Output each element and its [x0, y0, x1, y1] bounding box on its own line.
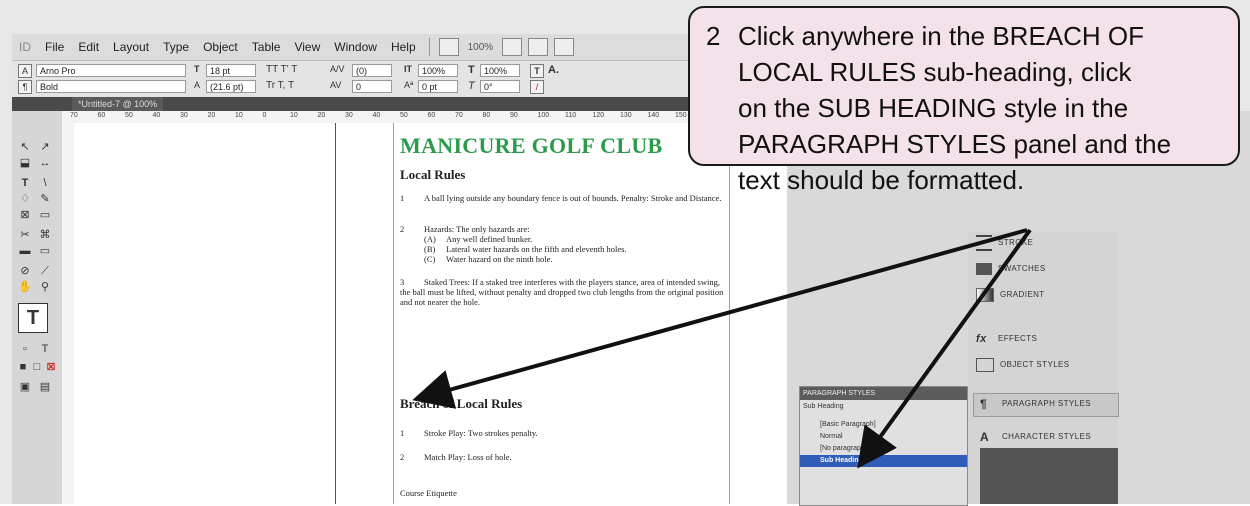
arrow-to-sub-heading-style: [857, 228, 1032, 469]
indesign-window: ID File Edit Layout Type Object Table Vi…: [0, 0, 1250, 506]
callout-arrows: [412, 228, 1032, 469]
arrow-to-breach-heading: [412, 228, 1028, 409]
